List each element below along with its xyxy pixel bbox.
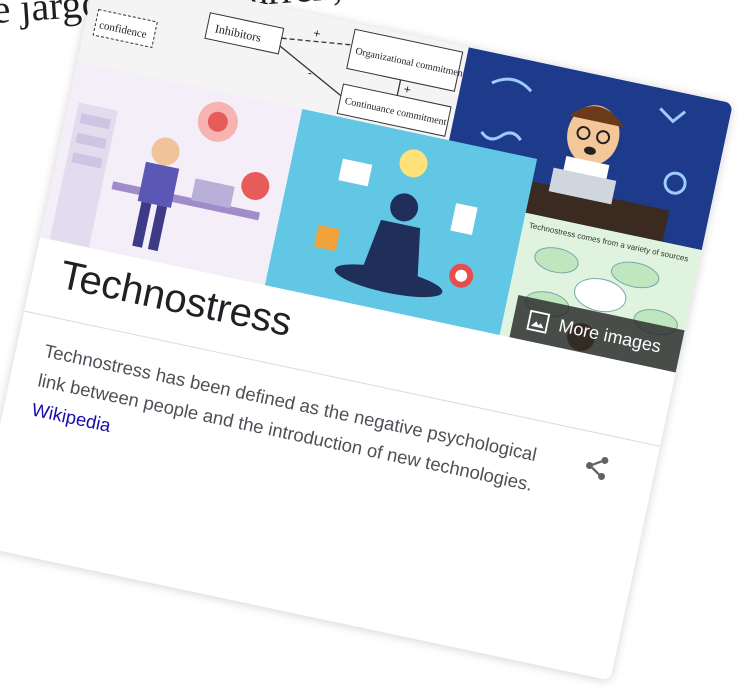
knowledge-panel-wrapper: confidence Inhibitors Organizational com…: [0, 0, 748, 697]
image-icon: [526, 309, 551, 334]
wikipedia-link[interactable]: Wikipedia: [30, 399, 113, 436]
share-icon: [586, 456, 609, 480]
panel-description: Technostress has been defined as the neg…: [29, 336, 556, 532]
more-images-label: More images: [556, 315, 663, 357]
image-strip[interactable]: confidence Inhibitors Organizational com…: [39, 0, 733, 373]
share-button[interactable]: [580, 450, 613, 483]
knowledge-panel-card: confidence Inhibitors Organizational com…: [0, 0, 733, 681]
